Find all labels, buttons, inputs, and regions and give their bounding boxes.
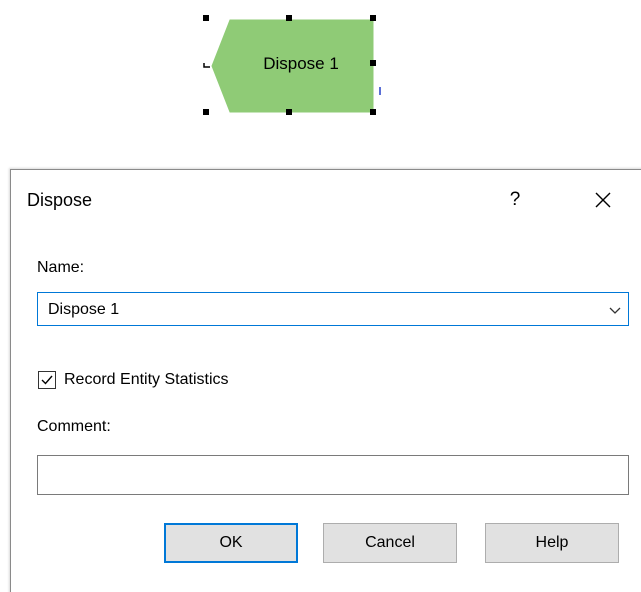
record-entity-statistics-label[interactable]: Record Entity Statistics: [64, 371, 229, 389]
cancel-button[interactable]: Cancel: [323, 523, 457, 563]
dialog-title: Dispose: [27, 190, 93, 210]
close-button[interactable]: [583, 180, 623, 220]
model-canvas: Dispose 1 Dispose ? Name: Dispose 1 Reco…: [0, 0, 641, 592]
checkmark-icon: [41, 375, 53, 385]
selection-handle[interactable]: [203, 15, 209, 21]
selection-handle[interactable]: [370, 15, 376, 21]
dialog-titlebar[interactable]: Dispose ?: [11, 170, 641, 232]
dispose-module-label: Dispose 1: [263, 54, 339, 73]
name-combobox[interactable]: Dispose 1: [37, 292, 629, 326]
name-combobox-value[interactable]: Dispose 1: [48, 301, 119, 319]
selection-handle[interactable]: [370, 60, 376, 66]
selection-handle[interactable]: [286, 109, 292, 115]
selection-handle[interactable]: [286, 15, 292, 21]
selection-handle[interactable]: [203, 109, 209, 115]
selection-handle[interactable]: [370, 109, 376, 115]
name-label: Name:: [37, 259, 85, 276]
dispose-module[interactable]: Dispose 1: [200, 12, 382, 116]
dispose-dialog: Dispose ? Name: Dispose 1 Record Entity …: [10, 169, 641, 592]
help-button[interactable]: Help: [485, 523, 619, 563]
comment-label: Comment:: [37, 418, 111, 435]
help-question-button[interactable]: ?: [495, 180, 535, 220]
record-entity-statistics-checkbox[interactable]: [38, 371, 56, 389]
ok-button[interactable]: OK: [164, 523, 298, 563]
comment-field[interactable]: [37, 455, 629, 495]
chevron-down-icon[interactable]: [608, 303, 622, 317]
close-icon: [595, 192, 611, 208]
